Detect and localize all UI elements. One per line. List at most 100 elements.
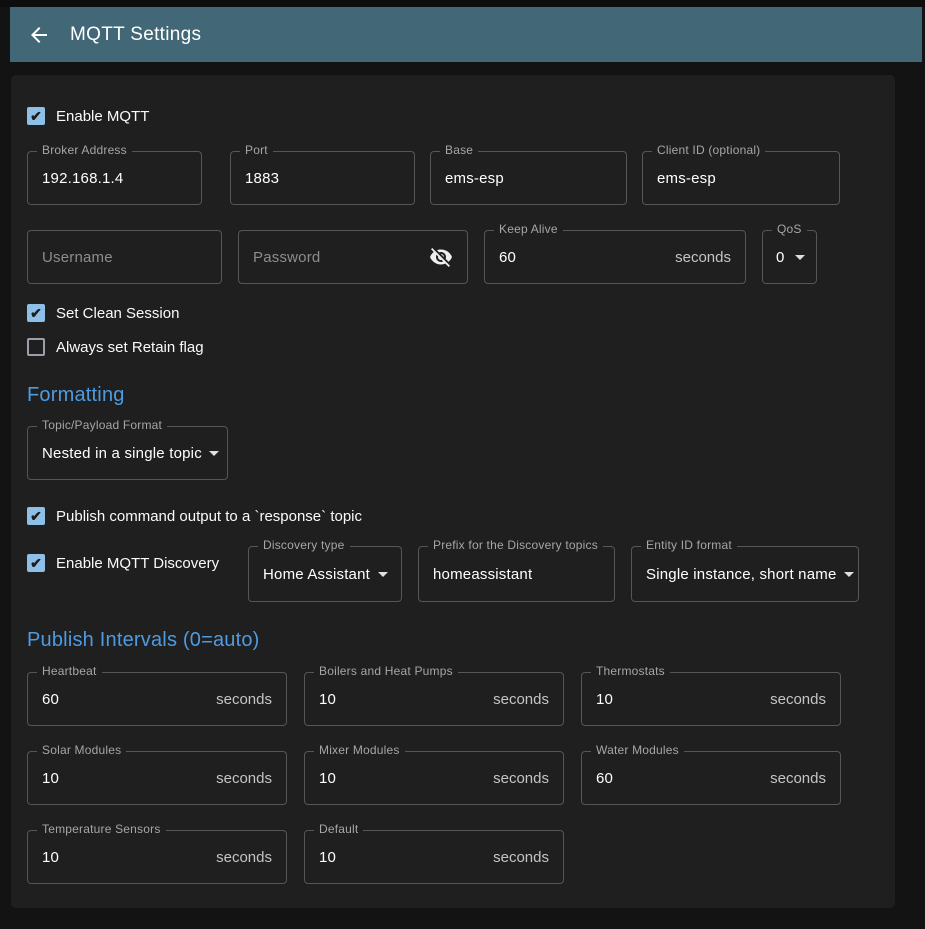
entity-id-format-value: Single instance, short name xyxy=(646,566,837,583)
password-visibility-toggle[interactable] xyxy=(429,245,453,269)
field-label: Thermostats xyxy=(591,664,670,678)
thermostats-interval-field[interactable]: Thermostats seconds xyxy=(581,672,841,726)
username-field[interactable] xyxy=(27,230,222,284)
default-interval-field[interactable]: Default seconds xyxy=(304,830,564,884)
solar-interval-input[interactable] xyxy=(42,770,216,787)
enable-mqtt-checkbox[interactable]: ✔ xyxy=(27,107,45,125)
base-field[interactable]: Base xyxy=(430,151,627,205)
entity-id-format-select[interactable]: Entity ID format Single instance, short … xyxy=(631,546,859,602)
page-content: ✔ Enable MQTT Broker Address Port Base C… xyxy=(0,62,925,908)
window-top-strip xyxy=(0,0,925,7)
discovery-type-value: Home Assistant xyxy=(263,566,370,583)
water-interval-field[interactable]: Water Modules seconds xyxy=(581,751,841,805)
broker-address-field[interactable]: Broker Address xyxy=(27,151,202,205)
response-topic-checkbox-row[interactable]: ✔ Publish command output to a `response`… xyxy=(27,507,879,525)
mixer-interval-input[interactable] xyxy=(319,770,493,787)
publish-intervals-heading: Publish Intervals (0=auto) xyxy=(27,629,879,652)
keep-alive-field[interactable]: Keep Alive seconds xyxy=(484,230,746,284)
enable-discovery-checkbox-row[interactable]: ✔ Enable MQTT Discovery xyxy=(27,554,232,572)
enable-mqtt-checkbox-row[interactable]: ✔ Enable MQTT xyxy=(27,107,879,125)
seconds-suffix: seconds xyxy=(770,691,826,708)
field-label: Topic/Payload Format xyxy=(37,418,167,432)
dropdown-arrow-icon xyxy=(202,441,226,465)
field-label: Entity ID format xyxy=(641,538,737,552)
password-input[interactable] xyxy=(253,249,429,266)
field-label: Discovery type xyxy=(258,538,350,552)
seconds-suffix: seconds xyxy=(216,849,272,866)
clean-session-checkbox[interactable]: ✔ xyxy=(27,304,45,322)
seconds-suffix: seconds xyxy=(493,770,549,787)
retain-flag-checkbox-row[interactable]: ✔ Always set Retain flag xyxy=(27,338,879,356)
dropdown-arrow-icon xyxy=(371,562,395,586)
topic-payload-format-value: Nested in a single topic xyxy=(42,445,202,462)
checkbox-label: Always set Retain flag xyxy=(56,339,204,356)
temperature-sensors-interval-input[interactable] xyxy=(42,849,216,866)
field-label: QoS xyxy=(772,222,807,236)
qos-value: 0 xyxy=(776,249,785,266)
broker-address-input[interactable] xyxy=(42,170,187,187)
back-arrow-icon xyxy=(27,23,51,47)
mqtt-settings-panel: ✔ Enable MQTT Broker Address Port Base C… xyxy=(11,75,895,908)
field-label: Heartbeat xyxy=(37,664,102,678)
boilers-interval-field[interactable]: Boilers and Heat Pumps seconds xyxy=(304,672,564,726)
field-label: Keep Alive xyxy=(494,222,563,236)
dropdown-arrow-icon xyxy=(788,245,812,269)
discovery-prefix-field[interactable]: Prefix for the Discovery topics xyxy=(418,546,615,602)
heartbeat-interval-field[interactable]: Heartbeat seconds xyxy=(27,672,287,726)
field-label: Mixer Modules xyxy=(314,743,405,757)
qos-select[interactable]: QoS 0 xyxy=(762,230,817,284)
field-label: Temperature Sensors xyxy=(37,822,166,836)
page-title: MQTT Settings xyxy=(70,24,201,46)
visibility-off-icon xyxy=(429,245,453,269)
appbar: MQTT Settings xyxy=(10,7,922,62)
topic-payload-format-select[interactable]: Topic/Payload Format Nested in a single … xyxy=(27,426,228,480)
client-id-field[interactable]: Client ID (optional) xyxy=(642,151,840,205)
base-input[interactable] xyxy=(445,170,612,187)
field-label: Water Modules xyxy=(591,743,684,757)
discovery-type-select[interactable]: Discovery type Home Assistant xyxy=(248,546,402,602)
field-label: Broker Address xyxy=(37,143,132,157)
check-icon: ✔ xyxy=(30,556,42,570)
seconds-suffix: seconds xyxy=(770,770,826,787)
keep-alive-input[interactable] xyxy=(499,249,675,266)
port-field[interactable]: Port xyxy=(230,151,415,205)
username-input[interactable] xyxy=(42,249,207,266)
seconds-suffix: seconds xyxy=(493,849,549,866)
temperature-sensors-interval-field[interactable]: Temperature Sensors seconds xyxy=(27,830,287,884)
thermostats-interval-input[interactable] xyxy=(596,691,770,708)
field-label: Solar Modules xyxy=(37,743,126,757)
default-interval-input[interactable] xyxy=(319,849,493,866)
field-label: Boilers and Heat Pumps xyxy=(314,664,458,678)
seconds-suffix: seconds xyxy=(216,691,272,708)
clean-session-checkbox-row[interactable]: ✔ Set Clean Session xyxy=(27,304,879,322)
checkbox-label: Enable MQTT xyxy=(56,108,149,125)
boilers-interval-input[interactable] xyxy=(319,691,493,708)
checkbox-label: Publish command output to a `response` t… xyxy=(56,508,362,525)
response-topic-checkbox[interactable]: ✔ xyxy=(27,507,45,525)
checkbox-label: Enable MQTT Discovery xyxy=(56,555,219,572)
check-icon: ✔ xyxy=(30,306,42,320)
enable-discovery-checkbox[interactable]: ✔ xyxy=(27,554,45,572)
water-interval-input[interactable] xyxy=(596,770,770,787)
seconds-suffix: seconds xyxy=(675,249,731,266)
field-label: Prefix for the Discovery topics xyxy=(428,538,603,552)
field-label: Default xyxy=(314,822,363,836)
checkbox-label: Set Clean Session xyxy=(56,305,179,322)
retain-flag-checkbox[interactable]: ✔ xyxy=(27,338,45,356)
formatting-heading: Formatting xyxy=(27,384,879,407)
solar-interval-field[interactable]: Solar Modules seconds xyxy=(27,751,287,805)
password-field[interactable] xyxy=(238,230,468,284)
mixer-interval-field[interactable]: Mixer Modules seconds xyxy=(304,751,564,805)
client-id-input[interactable] xyxy=(657,170,825,187)
heartbeat-interval-input[interactable] xyxy=(42,691,216,708)
field-label: Port xyxy=(240,143,273,157)
back-button[interactable] xyxy=(27,23,51,47)
check-icon: ✔ xyxy=(30,509,42,523)
port-input[interactable] xyxy=(245,170,400,187)
field-label: Base xyxy=(440,143,478,157)
seconds-suffix: seconds xyxy=(493,691,549,708)
dropdown-arrow-icon xyxy=(837,562,861,586)
field-label: Client ID (optional) xyxy=(652,143,765,157)
discovery-prefix-input[interactable] xyxy=(433,566,600,583)
check-icon: ✔ xyxy=(30,109,42,123)
